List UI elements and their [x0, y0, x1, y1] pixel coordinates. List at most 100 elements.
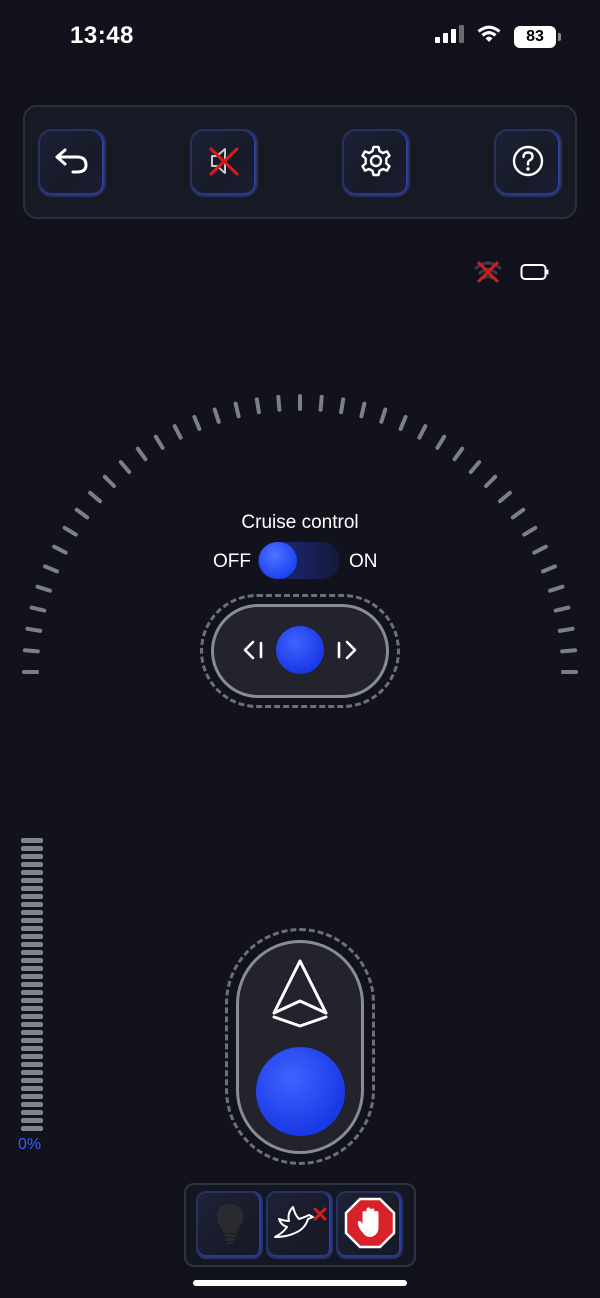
steering-knob[interactable] — [276, 626, 324, 674]
throttle-segment — [21, 958, 43, 963]
throttle-segment — [21, 902, 43, 907]
steering-tick — [452, 446, 465, 462]
throttle-segment — [21, 910, 43, 915]
steering-tick — [43, 564, 59, 574]
steering-tick — [52, 544, 68, 555]
cruise-off-label: OFF — [213, 551, 251, 572]
steering-tick — [102, 474, 116, 488]
throttle-segment — [21, 1006, 43, 1011]
throttle-segment — [21, 918, 43, 923]
mute-button[interactable] — [190, 129, 258, 197]
steering-tick — [135, 446, 148, 462]
throttle-segment — [21, 926, 43, 931]
steering-tick — [398, 415, 408, 431]
throttle-segment — [21, 1102, 43, 1107]
throttle-segment — [21, 974, 43, 979]
steering-tick — [153, 434, 165, 450]
steering-tick — [557, 626, 575, 633]
light-bulb-icon — [213, 1201, 247, 1250]
throttle-segment — [21, 894, 43, 899]
steering-tick — [417, 424, 428, 440]
steering-tick — [541, 564, 557, 574]
steering-tick — [468, 460, 482, 474]
steering-tick — [233, 401, 241, 419]
wifi-icon — [476, 24, 502, 49]
back-button[interactable] — [38, 129, 106, 197]
bird-disabled-icon — [271, 1203, 329, 1248]
back-arrow-icon — [53, 146, 91, 181]
throttle-segment — [21, 1126, 43, 1131]
gear-icon — [359, 144, 393, 183]
sound-muted-icon — [206, 143, 242, 184]
steering-tick — [359, 401, 367, 419]
throttle-segment — [21, 950, 43, 955]
steering-tick — [339, 397, 346, 415]
throttle-segment — [21, 870, 43, 875]
cruise-control-toggle[interactable] — [258, 542, 340, 579]
steering-tick — [35, 584, 52, 593]
throttle-knob[interactable] — [256, 1047, 345, 1136]
settings-button[interactable] — [342, 129, 410, 197]
throttle-segment — [21, 1118, 43, 1123]
throttle-segment — [21, 1078, 43, 1083]
throttle-segment — [21, 942, 43, 947]
throttle-segment — [21, 990, 43, 995]
throttle-segment — [21, 1062, 43, 1067]
throttle-segment — [21, 1086, 43, 1091]
top-toolbar — [23, 105, 577, 219]
steering-tick — [560, 648, 578, 654]
throttle-segment — [21, 934, 43, 939]
throttle-segment — [21, 854, 43, 859]
throttle-segment — [21, 1030, 43, 1035]
chevron-right-icon — [334, 638, 358, 667]
device-battery-icon — [520, 263, 550, 286]
throttle-segment — [21, 1070, 43, 1075]
throttle-segment — [21, 1022, 43, 1027]
forward-arrow-icon — [268, 957, 332, 1034]
steering-tick — [498, 490, 512, 504]
throttle-segment — [21, 838, 43, 843]
steering-tick — [88, 490, 102, 504]
throttle-segment — [21, 1038, 43, 1043]
steering-tick — [172, 424, 183, 440]
throttle-gauge — [21, 838, 45, 1134]
throttle-value: 0% — [18, 1136, 42, 1153]
bird-mode-button[interactable] — [266, 1191, 333, 1259]
steering-tick — [318, 394, 324, 412]
throttle-segment — [21, 982, 43, 987]
emergency-stop-button[interactable] — [336, 1191, 403, 1259]
throttle-segment — [21, 862, 43, 867]
throttle-segment — [21, 998, 43, 1003]
steering-tick — [25, 626, 43, 633]
throttle-segment — [21, 966, 43, 971]
throttle-segment — [21, 1054, 43, 1059]
status-icons: 83 — [434, 24, 561, 49]
steering-tick — [484, 474, 498, 488]
status-time: 13:48 — [70, 22, 134, 49]
steering-tick — [379, 407, 388, 424]
steering-tick — [435, 434, 447, 450]
throttle-segment — [21, 1046, 43, 1051]
steering-tick — [276, 394, 282, 412]
cruise-on-label: ON — [349, 551, 378, 572]
help-button[interactable] — [494, 129, 562, 197]
steering-tick — [118, 460, 132, 474]
light-button[interactable] — [196, 1191, 263, 1259]
steering-tick — [212, 407, 221, 424]
cruise-control-label: Cruise control — [241, 512, 359, 533]
steering-tick — [29, 605, 47, 613]
battery-icon: 83 — [514, 25, 561, 48]
chevron-left-icon — [242, 638, 266, 667]
steering-tick — [192, 415, 202, 431]
throttle-segment — [21, 1110, 43, 1115]
home-indicator — [193, 1280, 407, 1286]
throttle-segment — [21, 1014, 43, 1019]
cellular-signal-icon — [434, 24, 464, 49]
steering-tick — [532, 544, 548, 555]
toggle-knob[interactable] — [259, 542, 297, 579]
help-icon — [511, 144, 545, 183]
steering-tick — [553, 605, 571, 613]
steering-tick — [254, 397, 261, 415]
throttle-segment — [21, 846, 43, 851]
throttle-segment — [21, 1094, 43, 1099]
